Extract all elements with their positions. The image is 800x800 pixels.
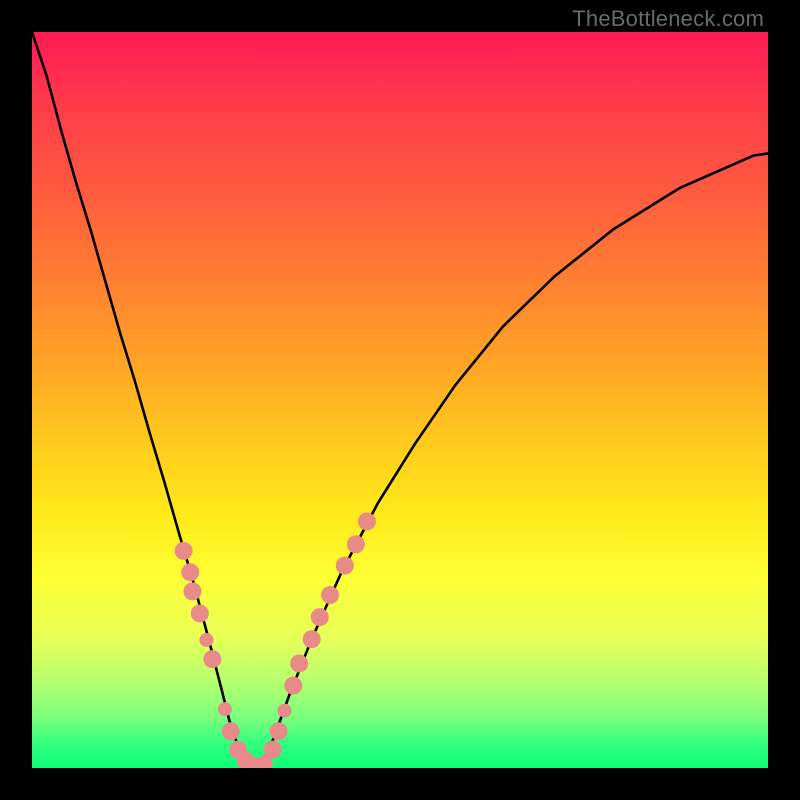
- chart-marker: [181, 563, 199, 581]
- chart-marker: [199, 633, 213, 647]
- chart-marker: [222, 722, 240, 740]
- chart-marker: [175, 542, 193, 560]
- chart-marker: [191, 604, 209, 622]
- chart-plot-area: [32, 32, 768, 768]
- chart-marker: [264, 741, 282, 759]
- chart-marker: [303, 630, 321, 648]
- chart-svg: [32, 32, 768, 768]
- chart-marker: [277, 704, 291, 718]
- chart-marker: [358, 512, 376, 530]
- chart-marker: [270, 722, 288, 740]
- chart-frame: TheBottleneck.com: [0, 0, 800, 800]
- chart-marker: [336, 557, 354, 575]
- chart-marker: [183, 582, 201, 600]
- chart-marker: [284, 677, 302, 695]
- chart-marker: [347, 535, 365, 553]
- watermark-text: TheBottleneck.com: [572, 6, 764, 32]
- chart-markers: [175, 512, 376, 768]
- chart-marker: [321, 586, 339, 604]
- chart-marker: [203, 650, 221, 668]
- chart-marker: [311, 608, 329, 626]
- chart-curve: [32, 32, 768, 768]
- chart-marker: [290, 654, 308, 672]
- chart-marker: [218, 702, 232, 716]
